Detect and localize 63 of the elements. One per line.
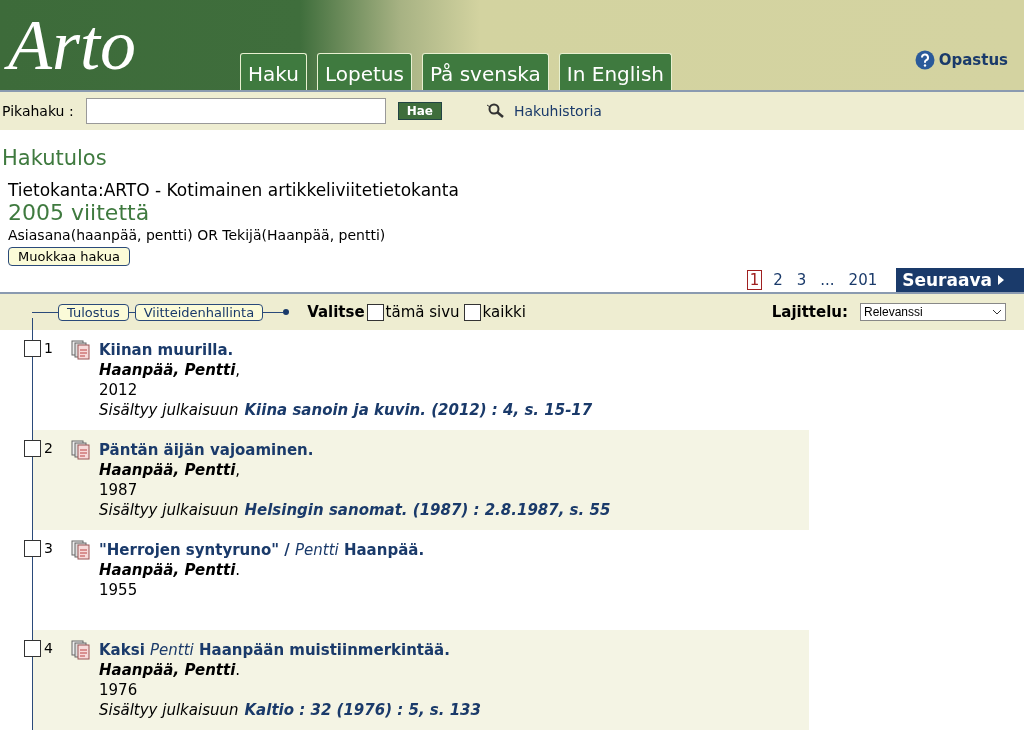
help-icon[interactable] — [914, 50, 935, 70]
result-title[interactable]: Päntän äijän vajoaminen. — [99, 440, 611, 460]
source-link[interactable]: Kaltio : 32 (1976) : 5, s. 133 — [244, 700, 481, 720]
page-link[interactable]: 2 — [770, 270, 786, 290]
toolbar-button[interactable]: Tulostus — [58, 303, 129, 321]
checkbox[interactable] — [24, 439, 41, 457]
result-year: 2012 — [99, 380, 139, 400]
help-link[interactable]: Opastus — [938, 51, 1008, 69]
result-number: 3 — [44, 540, 53, 556]
search-query: Asiasana(haanpää, pentti) OR Tekijä(Haanpää, pentti) — [8, 227, 387, 243]
page-heading: Hakutulos — [1, 145, 108, 172]
logo: Arto — [0, 0, 240, 90]
checkbox[interactable] — [366, 303, 384, 321]
result-year: 1976 — [99, 680, 139, 700]
page-link[interactable]: 1 — [746, 270, 763, 290]
result-author: Haanpää, Pentti, — [99, 460, 242, 480]
sort-label: Lajittelu: — [771, 303, 848, 321]
nav-tab[interactable]: Haku — [240, 53, 307, 90]
checkbox-label: kaikki — [482, 303, 526, 321]
search-button[interactable]: Hae — [397, 102, 442, 120]
result-number: 4 — [44, 640, 53, 656]
document-icon — [71, 440, 91, 460]
result-author: Haanpää, Pentti. — [99, 660, 242, 680]
nav-tab[interactable]: Lopetus — [316, 53, 412, 90]
result-author: Haanpää, Pentti. — [99, 560, 242, 580]
source-link[interactable]: Kiina sanoin ja kuvin. (2012) : 4, s. 15-17 — [244, 400, 593, 420]
source-label: Sisältyy julkaisuun — [99, 700, 239, 720]
result-count: 2005 viitettä — [8, 200, 151, 225]
result-title[interactable]: Kiinan muurilla. — [99, 340, 593, 360]
result-number: 1 — [44, 340, 53, 356]
document-icon — [71, 640, 91, 660]
result-title[interactable]: Kaksi Pentti Haanpään muistiinmerkintää. — [99, 640, 481, 660]
sort-dropdown[interactable]: Relevanssi — [860, 303, 1006, 321]
checkbox[interactable] — [463, 303, 481, 321]
result-year: 1987 — [99, 480, 139, 500]
select-label: Valitse — [307, 303, 365, 321]
database-name: Tietokanta:ARTO - Kotimainen artikkeliviitetietokanta — [8, 180, 460, 200]
checkbox-label: tämä sivu — [385, 303, 460, 321]
document-icon — [71, 540, 91, 560]
checkbox[interactable] — [24, 339, 41, 357]
page-link[interactable]: 3 — [793, 270, 810, 290]
search-history-link[interactable]: Hakuhistoria — [513, 103, 602, 119]
edit-search-button[interactable]: Muokkaa hakua — [8, 247, 130, 266]
document-icon — [71, 340, 91, 360]
source-label: Sisältyy julkaisuun — [99, 500, 239, 520]
page-link[interactable]: ... — [817, 270, 838, 290]
source-label: Sisältyy julkaisuun — [99, 400, 239, 420]
toolbar-button[interactable]: Viitteidenhallinta — [134, 303, 264, 321]
nav-tab[interactable]: In English — [558, 53, 672, 90]
result-year: 1955 — [99, 580, 139, 600]
result-number: 2 — [44, 440, 53, 456]
quick-search-field[interactable] — [85, 98, 386, 124]
checkbox[interactable] — [24, 639, 41, 657]
result-title[interactable]: "Herrojen syntyruno" / Pentti Haanpää. — [99, 540, 425, 560]
result-author: Haanpää, Pentti, — [99, 360, 242, 380]
source-link[interactable]: Helsingin sanomat. (1987) : 2.8.1987, s. 55 — [244, 500, 611, 520]
quick-search-label: Pikahaku : — [2, 103, 74, 119]
next-page-button[interactable]: Seuraava — [896, 268, 1024, 292]
nav-tab[interactable]: På svenska — [421, 53, 549, 90]
page-link[interactable]: 201 — [845, 270, 881, 290]
chevron-icon — [992, 309, 1002, 315]
caret-icon — [998, 275, 1004, 285]
checkbox[interactable] — [24, 539, 41, 557]
